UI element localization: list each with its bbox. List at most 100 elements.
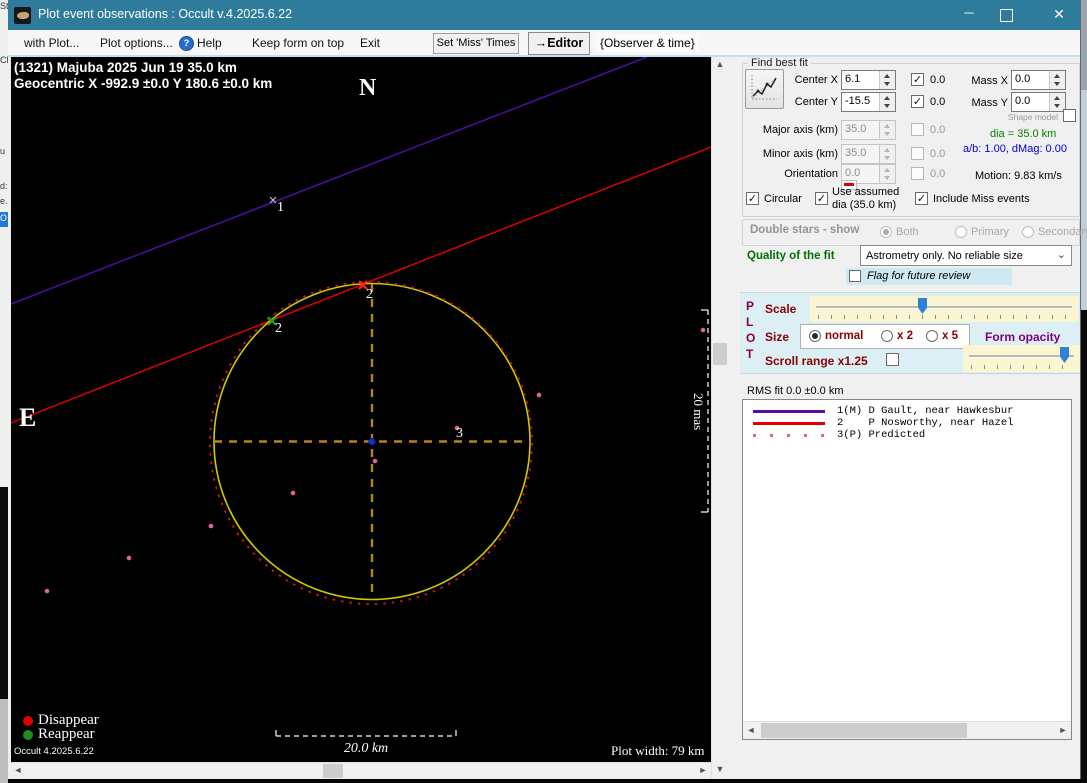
- minimize-button[interactable]: ─: [954, 5, 984, 20]
- plot-letter-t: T: [746, 347, 753, 361]
- quality-select[interactable]: Astrometry only. No reliable size ⌄: [860, 245, 1072, 266]
- plot-vertical-scrollbar[interactable]: ▲ ▼: [711, 57, 728, 778]
- main-window: Plot event observations : Occult v.4.202…: [8, 0, 1081, 779]
- version-label: Occult 4.2025.6.22: [14, 746, 94, 757]
- size-normal-radio[interactable]: [809, 330, 821, 342]
- obs-line-swatch-purple: [753, 410, 825, 413]
- double-primary-label: Primary: [971, 226, 1009, 238]
- track-line-1-gault: [11, 57, 647, 304]
- size-x5-radio[interactable]: [926, 330, 938, 342]
- use-assumed-checkbox[interactable]: ✓: [815, 192, 828, 205]
- mass-y-spinner[interactable]: 0.0: [1011, 92, 1066, 112]
- menu-exit[interactable]: Exit: [360, 36, 380, 50]
- menu-with-plot[interactable]: with Plot...: [24, 36, 79, 50]
- reappear-dot: [23, 730, 33, 740]
- use-assumed-label-1: Use assumed: [832, 186, 899, 198]
- observation-row[interactable]: 3(P) Predicted: [837, 429, 925, 441]
- scroll-left-arrow[interactable]: ◄: [743, 723, 759, 739]
- east-label: E: [19, 403, 36, 433]
- chevron-down-icon: ⌄: [1057, 248, 1066, 261]
- include-miss-checkbox[interactable]: ✓: [915, 192, 928, 205]
- form-opacity-slider-thumb[interactable]: [1060, 347, 1069, 363]
- center-y-spinner[interactable]: -15.5: [841, 92, 896, 112]
- double-primary-radio: [955, 226, 967, 238]
- center-x-err-checkbox[interactable]: ✓: [911, 73, 924, 86]
- minor-axis-spinner: 35.0: [841, 144, 896, 164]
- shape-model-label: Shape model: [1003, 112, 1058, 122]
- disappear-dot: [23, 716, 33, 726]
- spinner-arrows-icon[interactable]: [1049, 71, 1065, 89]
- circular-checkbox[interactable]: ✓: [746, 192, 759, 205]
- vertical-scrollbar-thumb[interactable]: [713, 343, 727, 365]
- scroll-right-arrow[interactable]: ►: [1055, 723, 1071, 739]
- title-bar[interactable]: Plot event observations : Occult v.4.202…: [8, 0, 1080, 30]
- menu-plot-options[interactable]: Plot options...: [100, 36, 173, 50]
- center-y-value[interactable]: -15.5: [845, 95, 870, 107]
- bg-gray-block: [0, 699, 8, 783]
- spinner-arrows-icon: [879, 145, 895, 163]
- mass-y-value[interactable]: 0.0: [1015, 95, 1030, 107]
- bg-fragment: e.: [0, 196, 8, 206]
- menu-keep-on-top[interactable]: Keep form on top: [252, 36, 344, 50]
- major-axis-label: Major axis (km): [748, 124, 838, 136]
- minor-axis-label: Minor axis (km): [748, 148, 838, 160]
- major-axis-value: 35.0: [845, 123, 866, 135]
- horizontal-scrollbar-thumb[interactable]: [323, 764, 343, 778]
- menu-help[interactable]: Help: [197, 36, 222, 50]
- list-horizontal-scrollbar[interactable]: ◄ ►: [743, 721, 1071, 739]
- marker-label-2-left: 2: [275, 321, 282, 337]
- spinner-arrows-icon: [879, 165, 895, 183]
- double-both-radio: [880, 226, 892, 238]
- scale-slider[interactable]: [810, 296, 1078, 322]
- observation-list[interactable]: 1(M) D Gault, near Hawkesbur 2 P Noswort…: [742, 399, 1072, 740]
- observation-row[interactable]: 2 P Nosworthy, near Hazel: [837, 417, 1013, 429]
- mass-x-value[interactable]: 0.0: [1015, 73, 1030, 85]
- mass-x-spinner[interactable]: 0.0: [1011, 70, 1066, 90]
- center-x-spinner[interactable]: 6.1: [841, 70, 896, 90]
- scroll-range-checkbox[interactable]: [886, 353, 899, 366]
- marker-label-3: 3: [456, 426, 463, 442]
- maximize-button[interactable]: [1000, 9, 1013, 22]
- scroll-range-label: Scroll range x1.25: [765, 354, 868, 368]
- observation-row[interactable]: 1(M) D Gault, near Hawkesbur: [837, 405, 1013, 417]
- app-icon-glyph: [17, 12, 29, 19]
- close-button[interactable]: ✕: [1044, 6, 1074, 23]
- scale-label: Scale: [765, 302, 796, 316]
- plot-title-line2: Geocentric X -992.9 ±0.0 Y 180.6 ±0.0 km: [14, 76, 272, 91]
- shape-model-checkbox[interactable]: [1063, 109, 1076, 122]
- bg-right-mid: [1081, 90, 1087, 310]
- size-x2-radio[interactable]: [881, 330, 893, 342]
- set-miss-times-button[interactable]: Set 'Miss' Times: [433, 33, 519, 54]
- center-x-value[interactable]: 6.1: [845, 73, 860, 85]
- flag-review-checkbox[interactable]: [849, 270, 861, 282]
- marker-label-2-top: 2: [366, 287, 373, 303]
- obs-line-swatch-dotted: [753, 434, 825, 437]
- double-secondary-label: Secondary: [1038, 226, 1087, 238]
- plot-canvas[interactable]: (1321) Majuba 2025 Jun 19 35.0 km Geocen…: [10, 57, 711, 762]
- slider-groove: [816, 306, 1072, 309]
- plot-title-line1: (1321) Majuba 2025 Jun 19 35.0 km: [14, 60, 237, 75]
- bg-fragment: u: [0, 146, 5, 156]
- include-miss-label: Include Miss events: [933, 193, 1030, 205]
- spinner-arrows-icon[interactable]: [879, 93, 895, 111]
- form-opacity-slider[interactable]: [963, 345, 1080, 372]
- find-best-fit-title: Find best fit: [748, 57, 811, 69]
- plot-horizontal-scrollbar[interactable]: ◄ ►: [10, 762, 711, 779]
- scroll-left-arrow[interactable]: ◄: [10, 763, 26, 779]
- motion-label: Motion: 9.83 km/s: [975, 170, 1062, 182]
- observer-time-label[interactable]: {Observer & time}: [596, 34, 699, 52]
- center-point: [369, 438, 375, 444]
- scale-slider-thumb[interactable]: [918, 298, 927, 314]
- scroll-right-arrow[interactable]: ►: [695, 763, 711, 779]
- center-y-err-checkbox[interactable]: ✓: [911, 95, 924, 108]
- orientation-value: 0.0: [845, 167, 860, 179]
- editor-button[interactable]: →Editor: [528, 32, 590, 55]
- spinner-arrows-icon[interactable]: [879, 71, 895, 89]
- double-secondary-radio: [1022, 226, 1034, 238]
- double-stars-title: Double stars - show: [750, 224, 859, 236]
- north-label: N: [359, 75, 376, 102]
- size-x5-label: x 5: [942, 330, 958, 342]
- scroll-down-arrow[interactable]: ▼: [712, 762, 728, 778]
- scroll-up-arrow[interactable]: ▲: [712, 57, 728, 73]
- list-scrollbar-thumb[interactable]: [761, 723, 967, 738]
